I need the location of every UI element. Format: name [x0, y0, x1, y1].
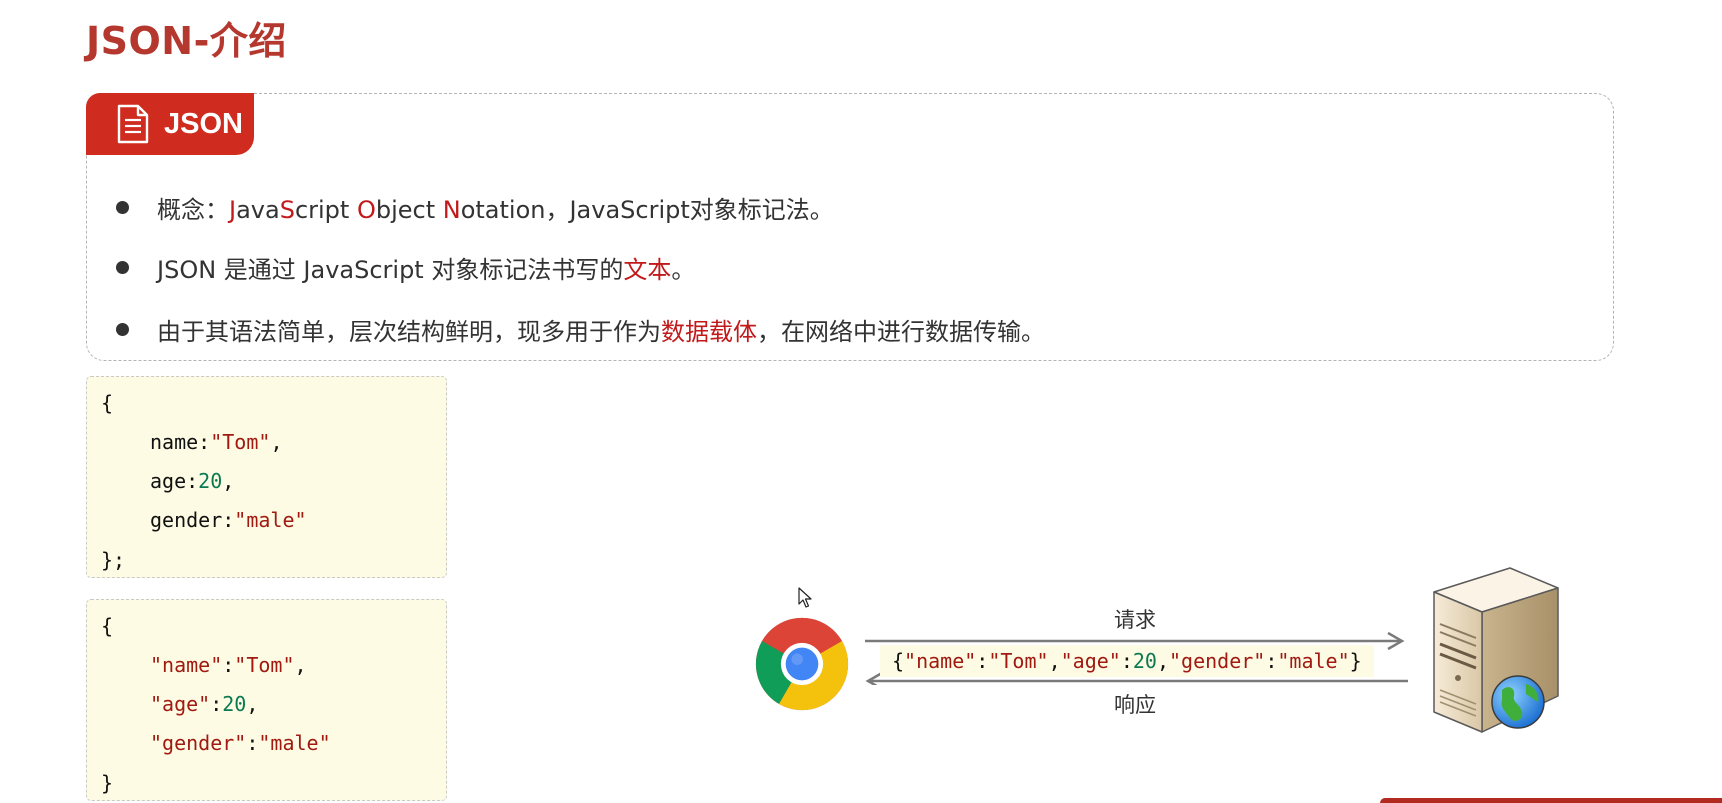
- code-punct: ,: [270, 430, 283, 454]
- code-value: "male": [258, 731, 331, 755]
- response-label: 响应: [1114, 693, 1156, 717]
- text-run: bject: [375, 196, 443, 224]
- payload-token: :: [976, 649, 989, 673]
- section-tab: JSON: [86, 93, 254, 155]
- text-run: otation，JavaScript对象标记法。: [460, 196, 834, 224]
- code-line: age:20,: [150, 469, 234, 493]
- bullet-text: 概念：JavaScript Object Notation，JavaScript…: [157, 190, 834, 225]
- code-sep: :: [210, 692, 223, 716]
- code-value: 20: [198, 469, 223, 493]
- code-sep: :: [246, 731, 259, 755]
- code-close-brace: }: [101, 771, 114, 795]
- code-line: name:"Tom",: [150, 430, 282, 454]
- code-key: "name": [150, 653, 223, 677]
- bullet-dot: [116, 261, 129, 274]
- highlight-text: O: [356, 196, 376, 224]
- payload-token: :: [1265, 649, 1278, 673]
- text-run: 概念：: [157, 196, 229, 224]
- code-punct: ,: [294, 653, 307, 677]
- page-title: JSON-介绍: [86, 19, 287, 63]
- code-key: "age": [150, 692, 211, 716]
- highlight-text: N: [442, 196, 461, 224]
- text-run: 由于其语法简单，层次结构鲜明，现多用于作为: [157, 318, 661, 346]
- section-tab-label: JSON: [164, 107, 243, 140]
- code-value: 20: [222, 692, 247, 716]
- text-run: ，在网络中进行数据传输。: [757, 318, 1045, 346]
- web-server-icon: [1433, 567, 1559, 733]
- code-sep: :: [222, 653, 235, 677]
- mouse-cursor-icon: [798, 587, 812, 608]
- code-line: "name":"Tom",: [150, 653, 307, 677]
- bullet-text: JSON 是通过 JavaScript 对象标记法书写的文本。: [157, 250, 695, 285]
- bullet-item-carrier: 由于其语法简单，层次结构鲜明，现多用于作为数据载体，在网络中进行数据传输。: [116, 312, 1045, 347]
- code-open-brace: {: [101, 391, 114, 415]
- code-line: gender:"male": [150, 508, 307, 532]
- code-block-js-object: { name:"Tom", age:20, gender:"male" };: [86, 376, 447, 578]
- highlight-text: 数据载体: [661, 318, 757, 346]
- highlight-text: 文本: [623, 256, 672, 284]
- code-key: gender:: [150, 508, 235, 532]
- code-value: "male": [234, 508, 307, 532]
- code-key: age:: [150, 469, 199, 493]
- code-line: "age":20,: [150, 692, 258, 716]
- code-close-brace: };: [101, 548, 126, 572]
- chrome-browser-icon: [755, 617, 849, 711]
- payload-token: "gender": [1169, 649, 1266, 673]
- json-payload: {"name":"Tom","age":20,"gender":"male"}: [880, 645, 1374, 677]
- payload-token: 20: [1132, 649, 1157, 673]
- code-value: "Tom": [210, 430, 271, 454]
- text-run: cript: [294, 196, 357, 224]
- payload-token: ,: [1048, 649, 1061, 673]
- bullet-text: 由于其语法简单，层次结构鲜明，现多用于作为数据载体，在网络中进行数据传输。: [157, 312, 1045, 347]
- document-icon: [117, 104, 149, 144]
- payload-token: ,: [1156, 649, 1170, 673]
- bullet-dot: [116, 323, 129, 336]
- payload-token: :: [1120, 649, 1133, 673]
- request-label: 请求: [1114, 608, 1156, 632]
- bottom-accent-bar: [1380, 798, 1722, 803]
- code-key: name:: [150, 430, 211, 454]
- bullet-item-concept: 概念：JavaScript Object Notation，JavaScript…: [116, 190, 834, 225]
- code-open-brace: {: [101, 614, 114, 638]
- payload-token: "name": [904, 649, 977, 673]
- code-line: "gender":"male": [150, 731, 331, 755]
- code-value: "Tom": [234, 653, 295, 677]
- payload-token: "Tom": [988, 649, 1049, 673]
- payload-token: "male": [1277, 649, 1350, 673]
- text-run: ava: [236, 196, 280, 224]
- text-run: JSON 是通过 JavaScript 对象标记法书写的: [157, 256, 624, 284]
- code-key: "gender": [150, 731, 247, 755]
- code-punct: ,: [246, 692, 259, 716]
- code-block-json: { "name":"Tom", "age":20, "gender":"male…: [86, 599, 447, 801]
- highlight-text: S: [279, 196, 295, 224]
- code-punct: ,: [222, 469, 235, 493]
- payload-token: "age": [1060, 649, 1121, 673]
- text-run: 。: [671, 256, 696, 284]
- payload-token: }: [1349, 649, 1362, 673]
- bullet-dot: [116, 201, 129, 214]
- payload-token: {: [892, 649, 905, 673]
- bullet-item-text: JSON 是通过 JavaScript 对象标记法书写的文本。: [116, 250, 695, 285]
